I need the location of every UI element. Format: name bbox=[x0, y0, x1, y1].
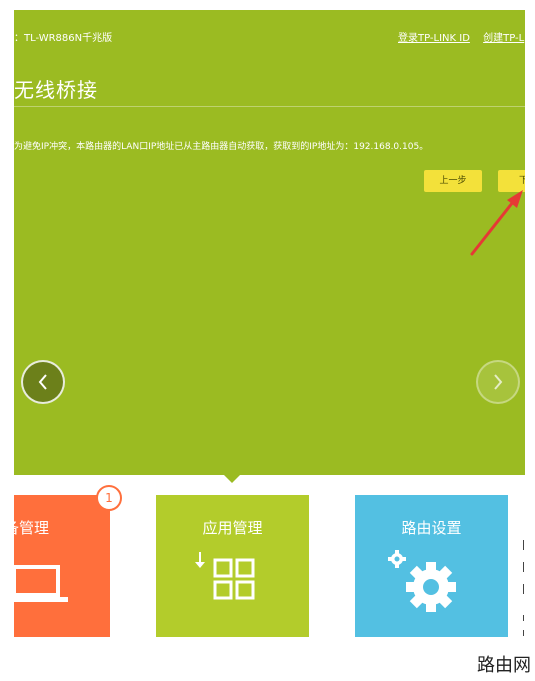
red-arrow-annotation bbox=[470, 190, 523, 256]
login-tplink-id-link[interactable]: 登录TP-LINK ID bbox=[398, 33, 470, 44]
chevron-left-icon bbox=[38, 374, 47, 390]
tile-apps-title: 应用管理 bbox=[202, 519, 263, 537]
page-title: 无线桥接 bbox=[14, 78, 98, 102]
tile-router-title: 路由设置 bbox=[401, 519, 462, 537]
carousel-next-button[interactable] bbox=[476, 360, 520, 404]
router-model-label: ：TL-WR886N千兆版 bbox=[14, 33, 113, 44]
tile-router-settings[interactable]: 路由设置 bbox=[355, 495, 508, 637]
side-edge-fragments bbox=[521, 540, 527, 640]
laptop-icon bbox=[14, 565, 68, 602]
carousel-prev-button[interactable] bbox=[21, 360, 65, 404]
apps-grid-icon bbox=[195, 552, 255, 600]
gear-icon bbox=[388, 550, 456, 612]
panel-pointer bbox=[224, 475, 240, 483]
top-bar: ：TL-WR886N千兆版 登录TP-LINK ID 创建TP-L bbox=[14, 10, 525, 58]
tile-device-title: 备管理 bbox=[4, 519, 50, 537]
chevron-right-icon bbox=[494, 374, 503, 390]
wizard-panel: ：TL-WR886N千兆版 登录TP-LINK ID 创建TP-L 无线桥接 为… bbox=[14, 10, 525, 475]
title-divider bbox=[14, 106, 525, 107]
account-links: 登录TP-LINK ID 创建TP-L bbox=[398, 29, 525, 44]
create-tplink-id-link[interactable]: 创建TP-L bbox=[483, 33, 524, 44]
watermark: 路由网 bbox=[477, 655, 531, 676]
tile-device-management[interactable]: 备管理 1 bbox=[4, 485, 122, 637]
ip-info-text: 为避免IP冲突，本路由器的LAN口IP地址已从主路由器自动获取，获取到的IP地址… bbox=[14, 142, 429, 152]
tile-app-management[interactable]: 应用管理 bbox=[156, 495, 309, 637]
screenshot-frame: ：TL-WR886N千兆版 登录TP-LINK ID 创建TP-L 无线桥接 为… bbox=[0, 0, 535, 681]
notification-badge: 1 bbox=[96, 485, 122, 511]
